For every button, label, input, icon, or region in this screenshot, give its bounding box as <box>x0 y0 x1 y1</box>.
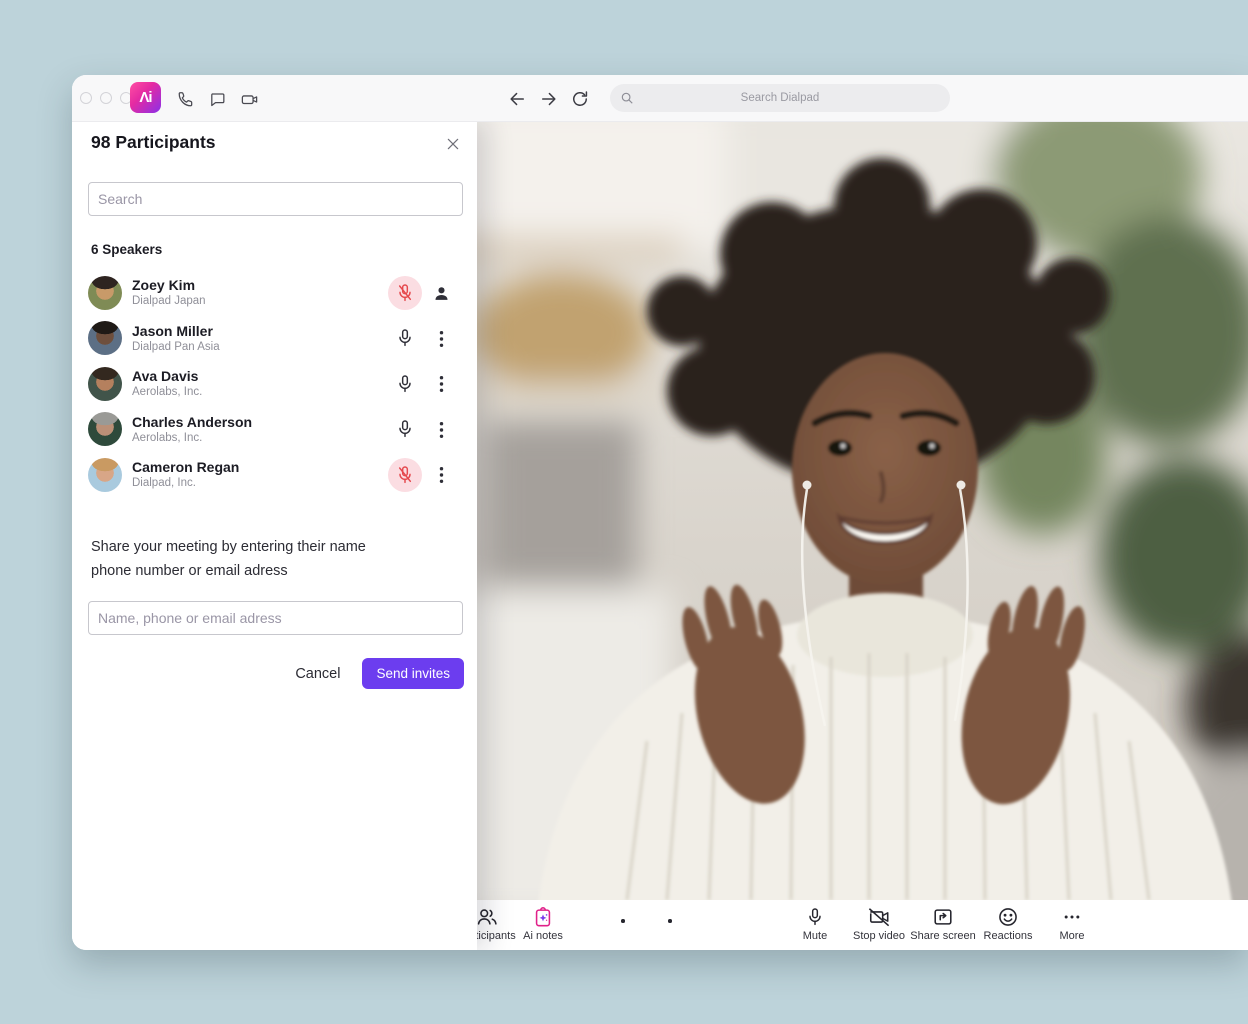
logo-glyph: Λi <box>139 89 151 106</box>
mic-icon <box>807 905 823 928</box>
participants-panel: 98 Participants 6 Speakers Zoey Kim Dial… <box>72 121 477 950</box>
participant-org: Dialpad, Inc. <box>132 476 239 490</box>
participant-row: Jason Miller Dialpad Pan Asia <box>88 316 463 362</box>
participant-person-icon[interactable] <box>430 282 452 304</box>
toolbar-button-label: Ai notes <box>523 930 563 942</box>
chat-icon[interactable] <box>205 87 229 111</box>
participant-name: Zoey Kim <box>132 277 206 294</box>
participant-avatar <box>88 321 122 355</box>
speaker-list: Zoey Kim Dialpad Japan Jason Miller Dial… <box>88 270 463 498</box>
toolbar-button-label: Mute <box>803 930 827 942</box>
participant-name: Jason Miller <box>132 323 220 340</box>
participant-name: Cameron Regan <box>132 459 239 476</box>
participant-row: Ava Davis Aerolabs, Inc. <box>88 361 463 407</box>
toolbar-dot <box>668 919 672 923</box>
smiley-icon <box>997 905 1019 928</box>
participant-row: Zoey Kim Dialpad Japan <box>88 270 463 316</box>
remote-participant-video <box>477 121 1248 900</box>
participant-row: Charles Anderson Aerolabs, Inc. <box>88 407 463 453</box>
mute-status-button[interactable] <box>388 412 422 446</box>
search-icon <box>620 91 634 108</box>
dialpad-app-window: Λi Search Dialpad <box>72 75 1248 950</box>
send-invites-button[interactable]: Send invites <box>362 658 464 689</box>
mute-status-button[interactable] <box>388 367 422 401</box>
participant-avatar <box>88 367 122 401</box>
nav-back-icon[interactable] <box>504 86 530 112</box>
traffic-light-close[interactable] <box>80 92 92 104</box>
participant-avatar <box>88 276 122 310</box>
people-icon <box>476 905 498 928</box>
video-camera-icon[interactable] <box>237 87 261 111</box>
participant-row: Cameron Regan Dialpad, Inc. <box>88 452 463 498</box>
speakers-section-label: 6 Speakers <box>91 242 162 257</box>
more-icon <box>1062 905 1082 928</box>
window-titlebar: Λi Search Dialpad <box>72 75 1248 122</box>
traffic-light-minimize[interactable] <box>100 92 112 104</box>
cancel-button[interactable]: Cancel <box>293 662 342 686</box>
participant-menu-icon[interactable] <box>430 328 452 350</box>
dialpad-ai-logo[interactable]: Λi <box>130 82 161 113</box>
invite-prompt-line1: Share your meeting by entering their nam… <box>91 535 366 559</box>
ai-notes-icon <box>532 905 554 928</box>
participants-search-input[interactable] <box>88 182 463 216</box>
panel-title: 98 Participants <box>91 132 216 153</box>
invite-prompt-line2: phone number or email adress <box>91 559 366 583</box>
close-icon[interactable] <box>441 132 465 156</box>
participant-menu-icon[interactable] <box>430 464 452 486</box>
participant-name: Ava Davis <box>132 368 202 385</box>
participant-menu-icon[interactable] <box>430 373 452 395</box>
participant-org: Dialpad Japan <box>132 294 206 308</box>
participant-avatar <box>88 412 122 446</box>
browser-search-placeholder: Search Dialpad <box>741 92 820 104</box>
mute-status-button[interactable] <box>388 321 422 355</box>
mute-status-button[interactable] <box>388 276 422 310</box>
participant-menu-icon[interactable] <box>430 419 452 441</box>
toolbar-ai-notes-button[interactable]: Ai notes <box>497 905 589 942</box>
participant-avatar <box>88 458 122 492</box>
invite-prompt: Share your meeting by entering their nam… <box>91 535 366 583</box>
phone-icon[interactable] <box>173 87 197 111</box>
toolbar-dot <box>621 919 625 923</box>
participant-name: Charles Anderson <box>132 414 252 431</box>
nav-refresh-icon[interactable] <box>567 86 593 112</box>
invite-actions: Cancel Send invites <box>293 658 464 689</box>
browser-search-input[interactable]: Search Dialpad <box>610 84 950 112</box>
participant-org: Aerolabs, Inc. <box>132 431 252 445</box>
video-off-icon <box>867 905 891 928</box>
participant-org: Dialpad Pan Asia <box>132 340 220 354</box>
invite-input[interactable] <box>88 601 463 635</box>
mute-status-button[interactable] <box>388 458 422 492</box>
toolbar-button-label: More <box>1059 930 1084 942</box>
desktop: Λi Search Dialpad <box>0 0 1248 1024</box>
video-feed <box>477 121 1248 900</box>
share-screen-icon <box>932 905 954 928</box>
participant-org: Aerolabs, Inc. <box>132 385 202 399</box>
toolbar-more-button[interactable]: More <box>1026 905 1118 942</box>
nav-forward-icon[interactable] <box>536 86 562 112</box>
traffic-lights <box>80 92 132 104</box>
